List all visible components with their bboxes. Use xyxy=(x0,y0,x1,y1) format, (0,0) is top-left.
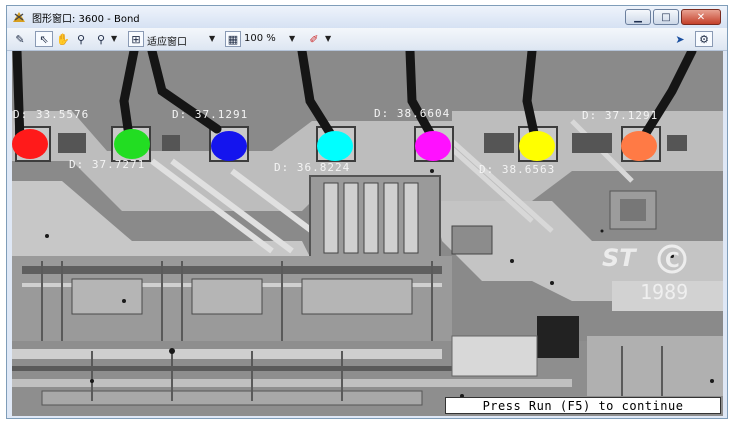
status-message: Press Run (F5) to continue xyxy=(445,397,721,414)
st-logo: ST xyxy=(602,244,637,272)
fit-window-label[interactable]: 适应窗口 xyxy=(147,33,187,48)
settings-button[interactable]: ⚙ xyxy=(695,31,713,47)
minimize-button[interactable]: ▁ xyxy=(625,9,651,25)
c-marking: C xyxy=(665,248,680,272)
edit-tool-button[interactable]: ✎ xyxy=(12,31,28,47)
measurement-label-1: D: 33.5576 xyxy=(13,108,89,121)
zoom-options-button[interactable]: ⚲ xyxy=(93,31,109,47)
zoom-tool-button[interactable]: ⚲ xyxy=(73,31,89,47)
gear-icon: ⚙ xyxy=(699,32,709,46)
window-title: 图形窗口: 3600 - Bond xyxy=(32,14,140,25)
pointer-help-icon: ➤ xyxy=(675,32,685,46)
maximize-icon: □ xyxy=(661,11,671,23)
select-tool-button[interactable]: ⇖ xyxy=(35,31,53,47)
figure-caption-blur xyxy=(245,418,525,426)
measurement-label-2: D: 37.7271 xyxy=(69,158,145,171)
measurement-label-5: D: 38.6604 xyxy=(374,107,450,120)
hand-icon: ✋ xyxy=(56,32,70,46)
zoom-level-button[interactable]: ▦ xyxy=(225,31,241,47)
title-bar[interactable]: 图形窗口: 3600 - Bond ▁ □ ✕ xyxy=(7,6,727,28)
measurement-marker-2 xyxy=(114,129,150,159)
close-button[interactable]: ✕ xyxy=(681,9,721,25)
maximize-button[interactable]: □ xyxy=(653,9,679,25)
year-marking: 1989 xyxy=(640,280,688,304)
measurement-label-6: D: 38.6563 xyxy=(479,163,555,176)
help-button[interactable]: ➤ xyxy=(671,31,689,47)
pencil-icon: ✎ xyxy=(15,32,25,46)
chevron-down-icon[interactable]: ▼ xyxy=(209,34,215,43)
measurement-marker-5 xyxy=(415,131,451,161)
image-viewport[interactable]: ST C 1989 D: 33.5576 D: 37.7271 D: 37.12… xyxy=(12,51,723,416)
measurement-label-3: D: 37.1291 xyxy=(172,108,248,121)
arrow-cursor-icon: ⇖ xyxy=(39,32,49,46)
measurement-marker-7 xyxy=(621,131,657,161)
measurement-label-4: D: 36.8224 xyxy=(274,161,350,174)
graphics-window: 图形窗口: 3600 - Bond ▁ □ ✕ ✎ ⇖ ✋ ⚲ ⚲ ▼ ⊞ 适应 xyxy=(6,5,728,419)
measurement-label-7: D: 37.1291 xyxy=(582,109,658,122)
zoom-grid-icon: ▦ xyxy=(227,32,239,46)
chevron-down-icon[interactable]: ▼ xyxy=(289,34,295,43)
paint-brush-icon: ✐ xyxy=(309,32,319,46)
pan-tool-button[interactable]: ✋ xyxy=(55,31,71,47)
fit-window-button[interactable]: ⊞ xyxy=(128,31,144,47)
minimize-icon: ▁ xyxy=(634,11,642,23)
die-image: ST C 1989 D: 33.5576 D: 37.7271 D: 37.12… xyxy=(12,51,723,416)
measurement-marker-6 xyxy=(519,131,555,161)
draw-mode-button[interactable]: ✐ xyxy=(305,31,323,47)
graphics-toolbar: ✎ ⇖ ✋ ⚲ ⚲ ▼ ⊞ 适应窗口 ▼ ▦ 100 % ▼ ✐ ▼ ➤ ⚙ xyxy=(7,28,727,51)
close-icon: ✕ xyxy=(696,11,706,23)
measurement-marker-1 xyxy=(12,129,48,159)
fit-window-icon: ⊞ xyxy=(131,32,141,46)
chevron-down-icon[interactable]: ▼ xyxy=(111,34,117,43)
halcon-app-icon xyxy=(13,12,25,22)
measurement-marker-4 xyxy=(317,131,353,161)
magnifier-plus-icon: ⚲ xyxy=(96,32,106,46)
chevron-down-icon[interactable]: ▼ xyxy=(325,34,331,43)
magnifier-icon: ⚲ xyxy=(76,32,86,46)
measurement-marker-3 xyxy=(211,131,247,161)
zoom-level-value[interactable]: 100 % xyxy=(244,33,276,44)
